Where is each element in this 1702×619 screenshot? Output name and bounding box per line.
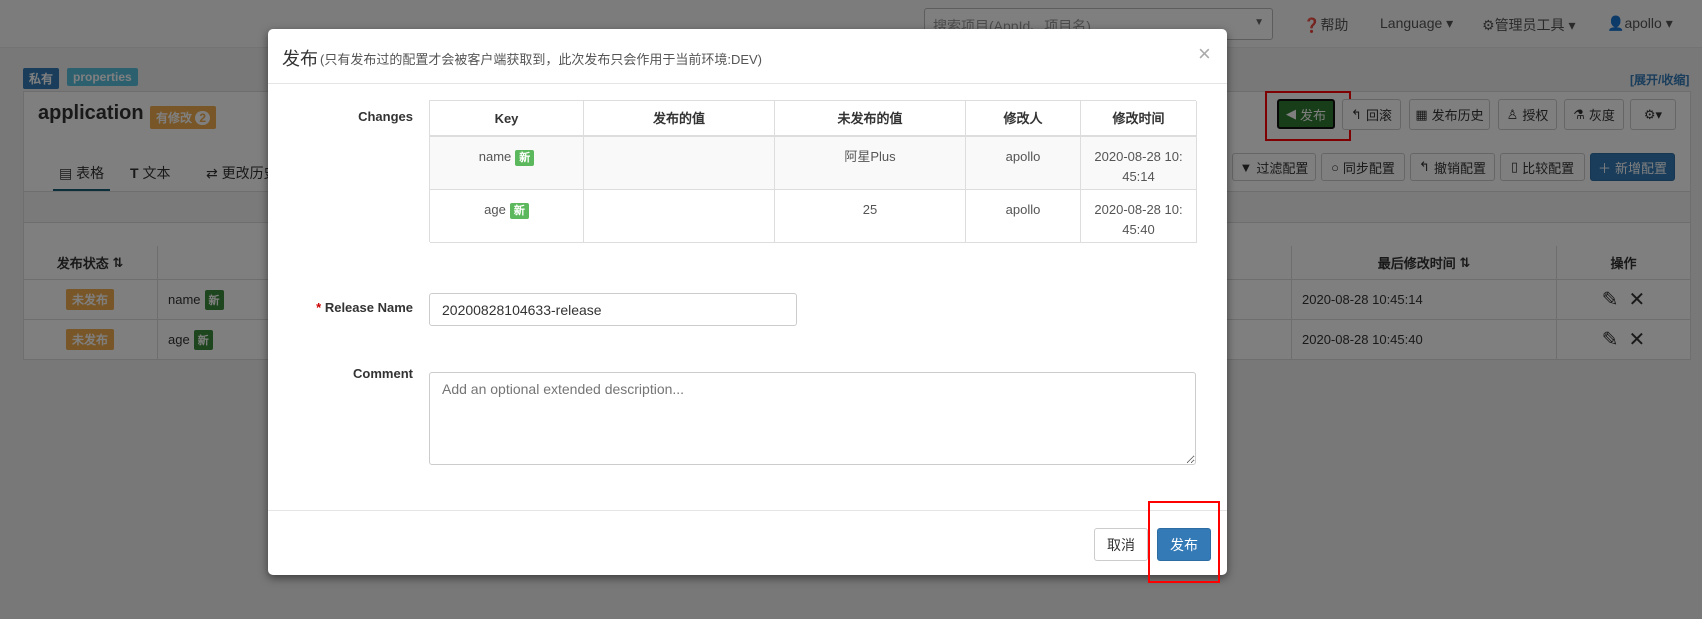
modifier: apollo [1005,202,1041,217]
modifier-cell: apollo [966,137,1081,190]
published-cell [584,190,775,243]
changes-table: Key 发布的值 未发布的值 修改人 修改时间 name 新阿星Plus apollo 2020… [429,100,1197,243]
release-name-label: * Release Name [263,300,413,315]
publish-modal: 发布 (只有发布过的配置才会被客户端获取到，此次发布只会作用于当前环境:DEV)… [268,29,1227,575]
changes-header: 修改时间 [1081,101,1197,137]
changes-header: 发布的值 [584,101,775,137]
changes-label: Changes [358,109,413,124]
changes-header: 修改人 [966,101,1081,137]
unpublished-value: 阿星Plus [844,149,896,164]
highlight-box [1148,501,1220,583]
changes-header: Key [430,101,584,137]
change-key-cell: age 新 [430,190,584,243]
comment-label: Comment [353,366,413,381]
modal-subtitle: (只有发布过的配置才会被客户端获取到，此次发布只会作用于当前环境:DEV) [320,52,763,67]
change-key: name [478,149,512,164]
changes-header: 未发布的值 [775,101,966,137]
close-icon[interactable]: × [1198,41,1211,67]
cancel-button[interactable]: 取消 [1094,528,1148,561]
change-key: age [484,202,506,217]
modal-header: 发布 (只有发布过的配置才会被客户端获取到，此次发布只会作用于当前环境:DEV)… [268,29,1227,84]
modified-time: 2020-08-28 10:45:14 [1094,149,1183,184]
time-cell: 2020-08-28 10:45:40 [1081,190,1197,243]
published-cell [584,137,775,190]
unpublished-cell: 阿星Plus [775,137,966,190]
new-badge: 新 [515,150,535,166]
modifier-cell: apollo [966,190,1081,243]
new-badge: 新 [509,203,529,219]
release-name-input[interactable] [429,293,797,326]
change-key-cell: name 新 [430,137,584,190]
modifier: apollo [1005,149,1041,164]
release-name-text: Release Name [324,300,413,315]
unpublished-cell: 25 [775,190,966,243]
required-mark: * [316,300,322,315]
modal-title: 发布 [282,49,318,69]
time-cell: 2020-08-28 10:45:14 [1081,137,1197,190]
unpublished-value: 25 [862,202,878,217]
modified-time: 2020-08-28 10:45:40 [1094,202,1183,237]
footer-divider [268,510,1227,511]
comment-textarea[interactable] [429,372,1196,465]
